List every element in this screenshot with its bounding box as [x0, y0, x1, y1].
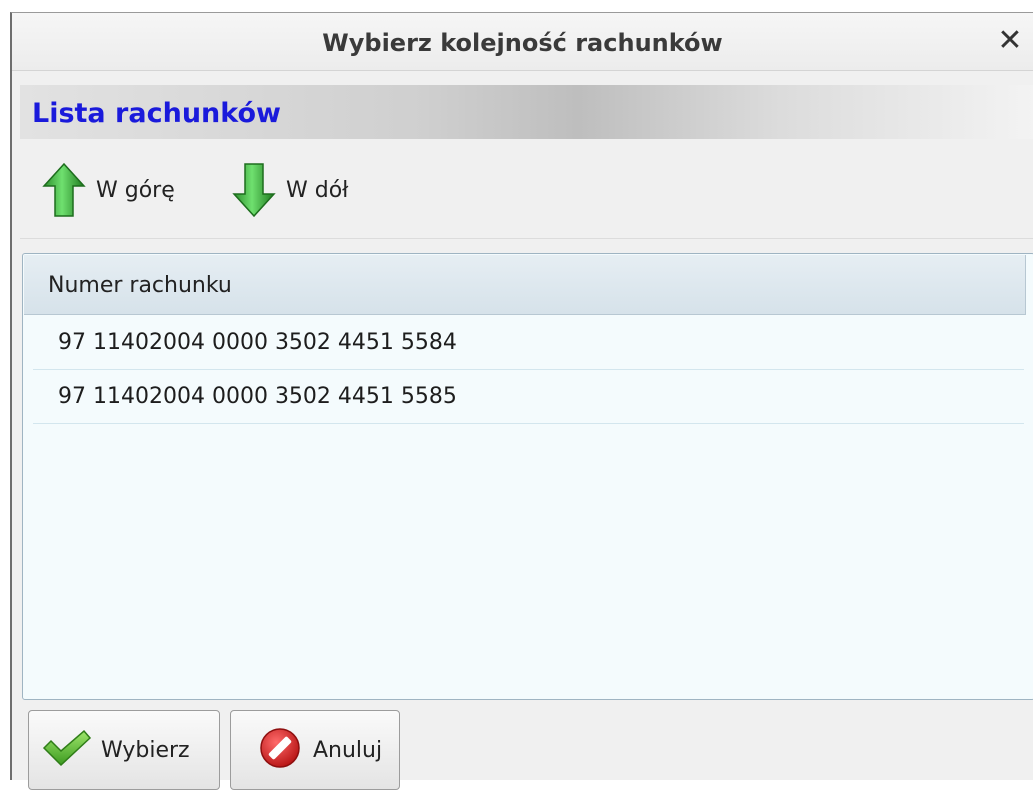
- table-row[interactable]: 97 11402004 0000 3502 4451 5584: [33, 316, 1024, 370]
- account-number-cell: 97 11402004 0000 3502 4451 5584: [58, 330, 457, 355]
- cancel-button-label: Anuluj: [313, 737, 383, 763]
- grid-header: Numer rachunku: [24, 255, 1026, 315]
- checkmark-icon: [41, 728, 93, 772]
- table-row[interactable]: 97 11402004 0000 3502 4451 5585: [33, 370, 1024, 424]
- toolbar: W górę W dół: [20, 141, 1033, 239]
- accounts-grid[interactable]: Numer rachunku 97 11402004 0000 3502 445…: [22, 253, 1033, 700]
- close-button[interactable]: ✕: [993, 25, 1027, 59]
- arrow-up-icon: [42, 161, 86, 219]
- move-down-label: W dół: [286, 177, 349, 203]
- column-header-account-number[interactable]: Numer rachunku: [48, 273, 232, 298]
- arrow-down-icon: [232, 161, 276, 219]
- cancel-icon: [259, 727, 301, 773]
- account-number-cell: 97 11402004 0000 3502 4451 5585: [58, 384, 457, 409]
- section-title: Lista rachunków: [32, 98, 281, 129]
- move-down-button[interactable]: W dół: [232, 161, 348, 219]
- window-title: Wybierz kolejność rachunków: [322, 29, 723, 57]
- section-header: Lista rachunków: [20, 85, 1033, 139]
- move-up-label: W górę: [96, 177, 175, 203]
- dialog-window: Wybierz kolejność rachunków ✕ Lista rach…: [10, 12, 1033, 790]
- close-icon: ✕: [997, 23, 1023, 58]
- move-up-button[interactable]: W górę: [42, 161, 175, 219]
- select-button[interactable]: Wybierz: [28, 710, 220, 790]
- title-bar: Wybierz kolejność rachunków ✕: [12, 13, 1033, 71]
- select-button-label: Wybierz: [101, 737, 190, 763]
- cancel-button[interactable]: Anuluj: [230, 710, 400, 790]
